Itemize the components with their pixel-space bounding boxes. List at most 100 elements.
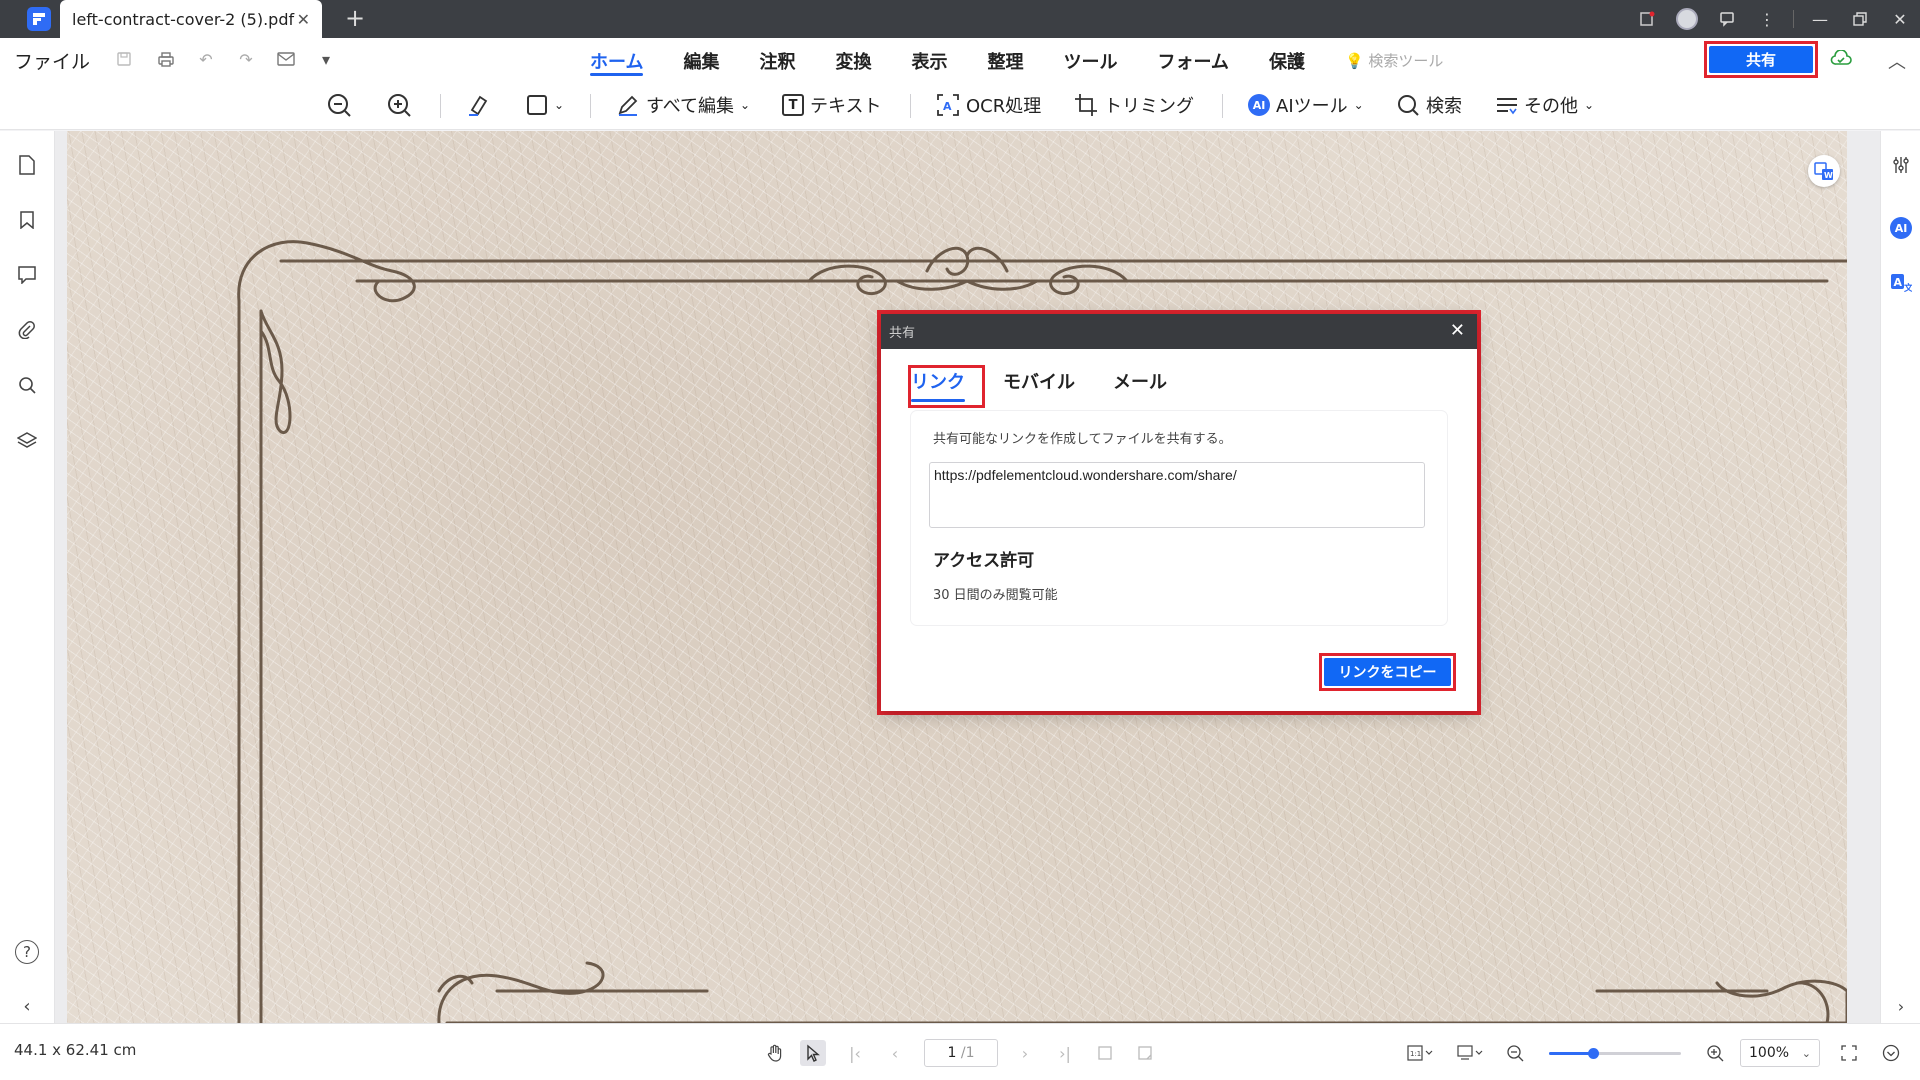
text-button[interactable]: T テキスト xyxy=(782,80,881,130)
notification-icon[interactable] xyxy=(1627,0,1667,38)
settings-sliders-icon[interactable] xyxy=(1889,153,1913,177)
access-permission-value: 30 日間のみ閲覧可能 xyxy=(933,588,1058,603)
chevron-down-icon: ⌄ xyxy=(1801,1046,1811,1060)
tab-mobile[interactable]: モバイル xyxy=(1003,364,1075,402)
print-icon[interactable] xyxy=(154,48,178,70)
tab-edit[interactable]: 編集 xyxy=(683,38,719,80)
actual-size-icon[interactable]: 1:1 xyxy=(1402,1040,1438,1066)
crop-button[interactable]: トリミング xyxy=(1074,80,1194,130)
document-tab[interactable]: left-contract-cover-2 (5).pdf ✕ xyxy=(60,0,322,38)
quick-access-dropdown-icon[interactable]: ▾ xyxy=(314,48,338,70)
comment-icon[interactable] xyxy=(15,263,39,287)
shape-button[interactable]: ⌄ xyxy=(526,80,564,130)
menu-bar: ファイル ↶ ↷ ▾ ホーム 編集 注釈 変換 表示 整理 ツール フォーム 保… xyxy=(0,38,1920,80)
zoom-level-select[interactable]: 100% ⌄ xyxy=(1740,1039,1820,1067)
share-button-highlight: 共有 xyxy=(1704,41,1818,78)
tab-form[interactable]: フォーム xyxy=(1157,38,1228,80)
status-bar: 44.1 x 62.41 cm |‹ ‹ 1 /1 › ›| 1:1 100% … xyxy=(0,1023,1920,1080)
access-permission-title: アクセス許可 xyxy=(933,551,1035,571)
hand-tool-icon[interactable] xyxy=(762,1040,788,1066)
highlighter-icon xyxy=(469,95,488,116)
dialog-header: 共有 ✕ xyxy=(881,314,1477,349)
more-vertical-icon[interactable]: ⋮ xyxy=(1747,0,1787,38)
edit-all-button[interactable]: すべて編集 ⌄ xyxy=(616,80,750,130)
status-menu-icon[interactable] xyxy=(1878,1040,1904,1066)
crop-icon xyxy=(1075,94,1097,116)
link-description: 共有可能なリンクを作成してファイルを共有する。 xyxy=(933,432,1232,447)
zoom-out-small-icon[interactable] xyxy=(1502,1040,1528,1066)
fullscreen-icon[interactable] xyxy=(1836,1040,1862,1066)
ai-tools-button[interactable]: AI AIツール ⌄ xyxy=(1248,80,1364,130)
cloud-sync-icon[interactable] xyxy=(1830,49,1852,71)
collapse-ribbon-icon[interactable]: ︿ xyxy=(1888,48,1906,74)
tab-link[interactable]: リンク xyxy=(911,364,965,402)
zoom-in-button[interactable] xyxy=(386,80,412,130)
collapse-right-icon[interactable]: › xyxy=(1889,994,1913,1018)
pencil-icon xyxy=(618,95,638,116)
rotate-page-icon[interactable] xyxy=(1092,1040,1118,1066)
copy-link-button[interactable]: リンクをコピー xyxy=(1324,658,1451,686)
zoom-slider-handle[interactable] xyxy=(1587,1048,1599,1059)
svg-text:文: 文 xyxy=(1903,282,1912,293)
last-page-icon[interactable]: ›| xyxy=(1052,1040,1078,1066)
minimize-icon[interactable]: — xyxy=(1800,0,1840,38)
mail-icon[interactable] xyxy=(274,48,298,70)
page-layout-icon[interactable] xyxy=(1452,1040,1488,1066)
ai-icon[interactable]: AI xyxy=(1889,216,1913,240)
attachment-icon[interactable] xyxy=(15,318,39,342)
undo-icon[interactable]: ↶ xyxy=(194,48,218,70)
help-icon[interactable]: ? xyxy=(15,940,39,964)
tab-email[interactable]: メール xyxy=(1113,364,1167,402)
restore-icon[interactable] xyxy=(1840,0,1880,38)
next-page-icon[interactable]: › xyxy=(1012,1040,1038,1066)
file-menu[interactable]: ファイル xyxy=(14,47,90,74)
zoom-in-small-icon[interactable] xyxy=(1702,1040,1728,1066)
ai-tools-label: AIツール xyxy=(1276,96,1348,117)
share-link-field[interactable]: https://pdfelementcloud.wondershare.com/… xyxy=(929,462,1425,528)
fit-page-icon[interactable] xyxy=(1132,1040,1158,1066)
tab-tools[interactable]: ツール xyxy=(1063,38,1117,80)
tab-view[interactable]: 表示 xyxy=(911,38,947,80)
chevron-down-icon: ⌄ xyxy=(740,98,751,112)
first-page-icon[interactable]: |‹ xyxy=(842,1040,868,1066)
select-tool-icon[interactable] xyxy=(800,1040,826,1066)
new-tab-button[interactable]: + xyxy=(345,4,365,32)
search-icon[interactable] xyxy=(15,373,39,397)
translate-icon[interactable]: A文 xyxy=(1889,271,1913,295)
close-window-icon[interactable]: ✕ xyxy=(1880,0,1920,38)
save-icon[interactable] xyxy=(112,48,136,70)
collapse-left-icon[interactable]: ‹ xyxy=(15,994,39,1018)
right-sidebar: AI A文 › xyxy=(1880,131,1920,1023)
app-logo-icon[interactable] xyxy=(27,7,51,31)
tab-annotate[interactable]: 注釈 xyxy=(759,38,795,80)
ocr-button[interactable]: A OCR処理 xyxy=(936,80,1041,130)
tab-protect[interactable]: 保護 xyxy=(1269,38,1305,80)
highlight-button[interactable] xyxy=(466,80,492,130)
zoom-slider[interactable] xyxy=(1549,1048,1681,1059)
search-tools[interactable]: 💡 検索ツール xyxy=(1345,38,1443,80)
edit-all-label: すべて編集 xyxy=(646,96,735,117)
ai-icon: AI xyxy=(1248,94,1270,116)
more-button[interactable]: その他 ⌄ xyxy=(1496,80,1594,130)
bookmark-icon[interactable] xyxy=(15,208,39,232)
redo-icon[interactable]: ↷ xyxy=(234,48,258,70)
tab-convert[interactable]: 変換 xyxy=(835,38,871,80)
question-icon: ? xyxy=(15,940,39,964)
page-number-input[interactable]: 1 /1 xyxy=(924,1039,998,1067)
tab-home[interactable]: ホーム xyxy=(590,38,644,80)
previous-page-icon[interactable]: ‹ xyxy=(882,1040,908,1066)
layers-icon[interactable] xyxy=(15,428,39,452)
divider xyxy=(590,94,591,118)
share-button[interactable]: 共有 xyxy=(1709,46,1813,73)
more-label: その他 xyxy=(1524,96,1578,117)
search-button[interactable]: 検索 xyxy=(1396,80,1462,130)
close-dialog-icon[interactable]: ✕ xyxy=(1450,320,1465,341)
user-avatar[interactable] xyxy=(1667,0,1707,38)
close-tab-icon[interactable]: ✕ xyxy=(297,10,310,29)
translate-float-icon[interactable]: W xyxy=(1808,155,1840,187)
zoom-out-button[interactable] xyxy=(326,80,352,130)
page-dimensions: 44.1 x 62.41 cm xyxy=(14,1041,137,1059)
page-icon[interactable] xyxy=(15,153,39,177)
tab-organize[interactable]: 整理 xyxy=(987,38,1023,80)
feedback-icon[interactable] xyxy=(1707,0,1747,38)
